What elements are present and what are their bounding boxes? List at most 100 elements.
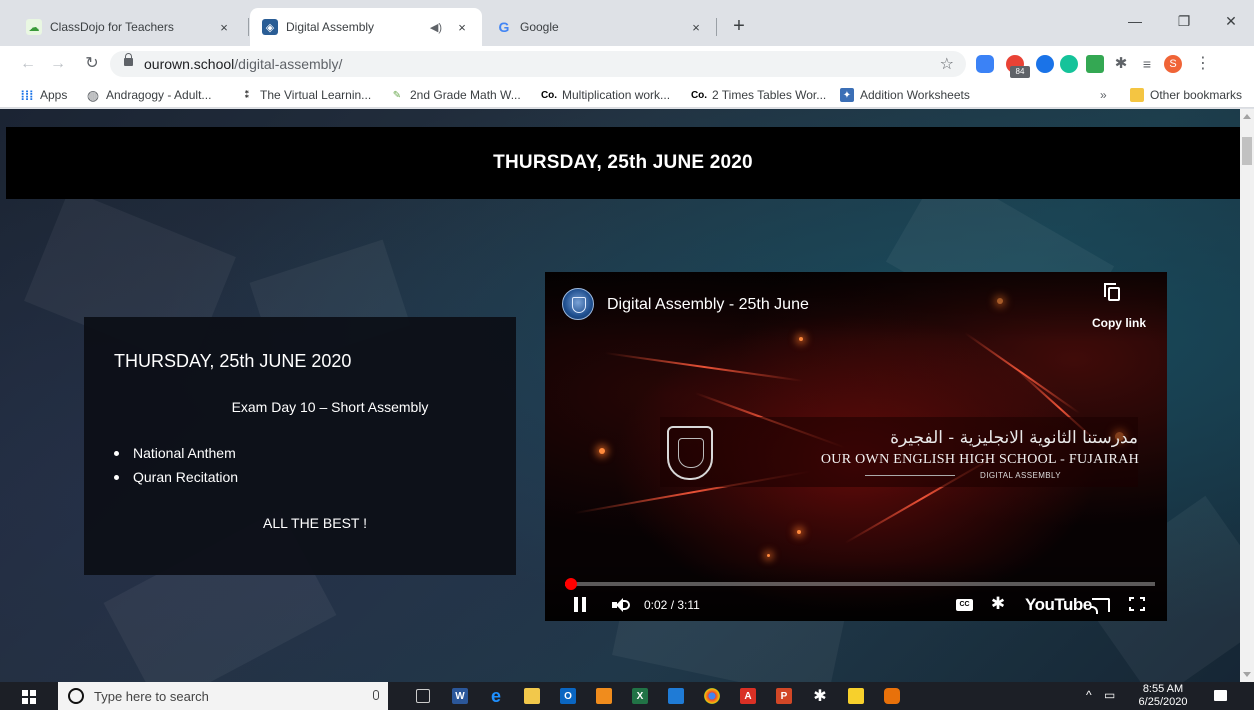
pause-icon[interactable]	[574, 597, 586, 612]
windows-start-icon[interactable]	[22, 690, 36, 704]
extensions-puzzle-icon[interactable]: ✱	[1112, 55, 1130, 73]
tab-classdojo[interactable]: ☁ ClassDojo for Teachers ×	[14, 8, 244, 46]
list-item-label: Quran Recitation	[133, 469, 239, 485]
notifications-icon[interactable]	[1214, 690, 1227, 701]
bookmark-label: Apps	[40, 88, 68, 102]
volume-icon[interactable]	[612, 597, 632, 613]
url-text[interactable]: ourown.school/digital-assembly/	[144, 56, 342, 72]
channel-avatar[interactable]	[562, 288, 594, 320]
reload-icon[interactable]: ↻	[80, 52, 104, 76]
search-placeholder: Type here to search	[94, 689, 209, 704]
bookmark-label: Addition Worksheets	[860, 88, 970, 102]
sticky-notes-icon[interactable]	[848, 688, 864, 704]
copy-link-icon[interactable]	[1104, 283, 1120, 301]
virtual-learning-icon: ⁑	[244, 89, 250, 101]
powerpoint-icon[interactable]: P	[776, 688, 792, 704]
green-extension-icon[interactable]	[1086, 55, 1104, 73]
acrobat-icon[interactable]: A	[740, 688, 756, 704]
media-control-icon[interactable]: ≡	[1138, 55, 1156, 73]
audio-playing-icon[interactable]: ◀)	[430, 21, 442, 34]
bookmark-times-tables[interactable]: Co. 2 Times Tables Wor...	[688, 86, 826, 104]
bookmark-multiplication[interactable]: Co. Multiplication work...	[538, 86, 670, 104]
bookmark-andragogy[interactable]: ◍ Andragogy - Adult...	[86, 86, 212, 104]
tab-google[interactable]: G Google ×	[484, 8, 716, 46]
tab-digital-assembly[interactable]: ◈ Digital Assembly ◀) ×	[250, 8, 482, 46]
youtube-player[interactable]: مدرستنا الثانوية الانجليزية - الفجيرة OU…	[545, 272, 1167, 621]
chrome-icon[interactable]	[704, 688, 720, 704]
word-icon[interactable]: W	[452, 688, 468, 704]
bookmark-star-icon[interactable]: ☆	[940, 54, 954, 74]
blue-extension-icon[interactable]	[1036, 55, 1054, 73]
other-bookmarks-folder[interactable]: Other bookmarks	[1130, 86, 1242, 104]
tray-expand-icon[interactable]: ^	[1086, 688, 1092, 702]
bookmark-label: Andragogy - Adult...	[106, 88, 212, 102]
folder-icon	[1130, 88, 1144, 102]
settings-gear-icon[interactable]: ✱	[989, 595, 1007, 613]
youtube-logo[interactable]: YouTube	[1025, 595, 1092, 615]
captions-icon[interactable]: CC	[956, 599, 973, 611]
browser-toolbar: ← → ↻ ourown.school/digital-assembly/ ☆ …	[0, 46, 1254, 82]
app-icon[interactable]	[668, 688, 684, 704]
close-tab-icon[interactable]: ×	[216, 20, 232, 35]
chrome-menu-icon[interactable]: ⋮	[1194, 55, 1212, 73]
edge-icon[interactable]: e	[488, 686, 504, 706]
google-favicon: G	[498, 19, 510, 35]
list-item: Quran Recitation	[114, 465, 238, 489]
bookmark-virtual-learning[interactable]: ⁑ The Virtual Learnin...	[240, 86, 371, 104]
new-tab-button[interactable]: +	[726, 14, 752, 40]
file-explorer-icon[interactable]	[524, 688, 540, 704]
office-icon[interactable]	[596, 688, 612, 704]
bookmarks-bar: ⁞⁞⁞ Apps ◍ Andragogy - Adult... ⁑ The Vi…	[0, 82, 1254, 108]
windows-taskbar: Type here to search W e O X A P ✱ ^ ▭ 8:…	[0, 682, 1254, 710]
more-bookmarks-button[interactable]: »	[1100, 86, 1107, 104]
zoom-extension-icon[interactable]	[976, 55, 994, 73]
scrollbar-thumb[interactable]	[1242, 137, 1252, 165]
bookmark-apps[interactable]: ⁞⁞⁞ Apps	[20, 86, 68, 104]
network-icon[interactable]: ▭	[1104, 688, 1115, 702]
school-crest-icon	[667, 426, 713, 480]
chrome-profile-icon[interactable]	[884, 688, 900, 704]
cast-icon[interactable]	[1090, 598, 1110, 614]
bullet-icon	[114, 474, 119, 480]
fullscreen-icon[interactable]	[1129, 597, 1145, 611]
web-page: THURSDAY, 25th JUNE 2020 THURSDAY, 25th …	[0, 109, 1240, 682]
video-title[interactable]: Digital Assembly - 25th June	[607, 296, 809, 314]
co-icon: Co.	[690, 89, 708, 101]
taskbar-search-box[interactable]: Type here to search	[58, 682, 388, 710]
restore-button[interactable]: ❐	[1161, 6, 1207, 38]
excel-icon[interactable]: X	[632, 688, 648, 704]
forward-arrow-icon[interactable]: →	[46, 52, 70, 76]
profile-avatar[interactable]: S	[1164, 55, 1182, 73]
outlook-icon[interactable]: O	[560, 688, 576, 704]
settings-icon[interactable]: ✱	[812, 688, 828, 705]
close-window-button[interactable]: ✕	[1208, 6, 1254, 38]
info-footer: ALL THE BEST !	[262, 515, 367, 531]
grammarly-icon[interactable]	[1060, 55, 1078, 73]
bookmark-addition-worksheets[interactable]: ✦ Addition Worksheets	[840, 86, 970, 104]
spark	[797, 530, 801, 534]
page-scrollbar[interactable]	[1240, 109, 1254, 682]
microphone-icon[interactable]	[373, 690, 379, 700]
scroll-up-arrow-icon[interactable]	[1243, 114, 1251, 119]
bookmark-2nd-grade-math[interactable]: ✎ 2nd Grade Math W...	[390, 86, 521, 104]
bookmark-label: The Virtual Learnin...	[260, 88, 372, 102]
scroll-down-arrow-icon[interactable]	[1243, 672, 1251, 677]
task-view-icon[interactable]	[416, 689, 430, 703]
school-name-arabic: مدرستنا الثانوية الانجليزية - الفجيرة	[890, 428, 1138, 448]
overlay-tag: DIGITAL ASSEMBLY	[980, 471, 1061, 480]
bookmark-label: Other bookmarks	[1150, 88, 1243, 102]
copy-link-button[interactable]: Copy link	[1092, 316, 1146, 330]
system-clock[interactable]: 8:55 AM 6/25/2020	[1138, 682, 1188, 709]
video-progress-bar[interactable]	[565, 578, 1155, 590]
close-tab-icon[interactable]: ×	[688, 20, 704, 35]
cortana-icon	[68, 688, 84, 704]
back-arrow-icon[interactable]: ←	[16, 52, 40, 76]
close-tab-icon[interactable]: ×	[454, 20, 470, 35]
clock-time: 8:55 AM	[1142, 683, 1184, 695]
address-bar[interactable]: ourown.school/digital-assembly/ ☆	[110, 51, 966, 77]
url-path: /digital-assembly/	[234, 56, 343, 72]
tab-title: Digital Assembly	[286, 20, 375, 34]
extension-badge: 84	[1010, 66, 1030, 78]
minimize-button[interactable]: —	[1112, 6, 1158, 38]
classdojo-favicon: ☁	[26, 19, 42, 35]
